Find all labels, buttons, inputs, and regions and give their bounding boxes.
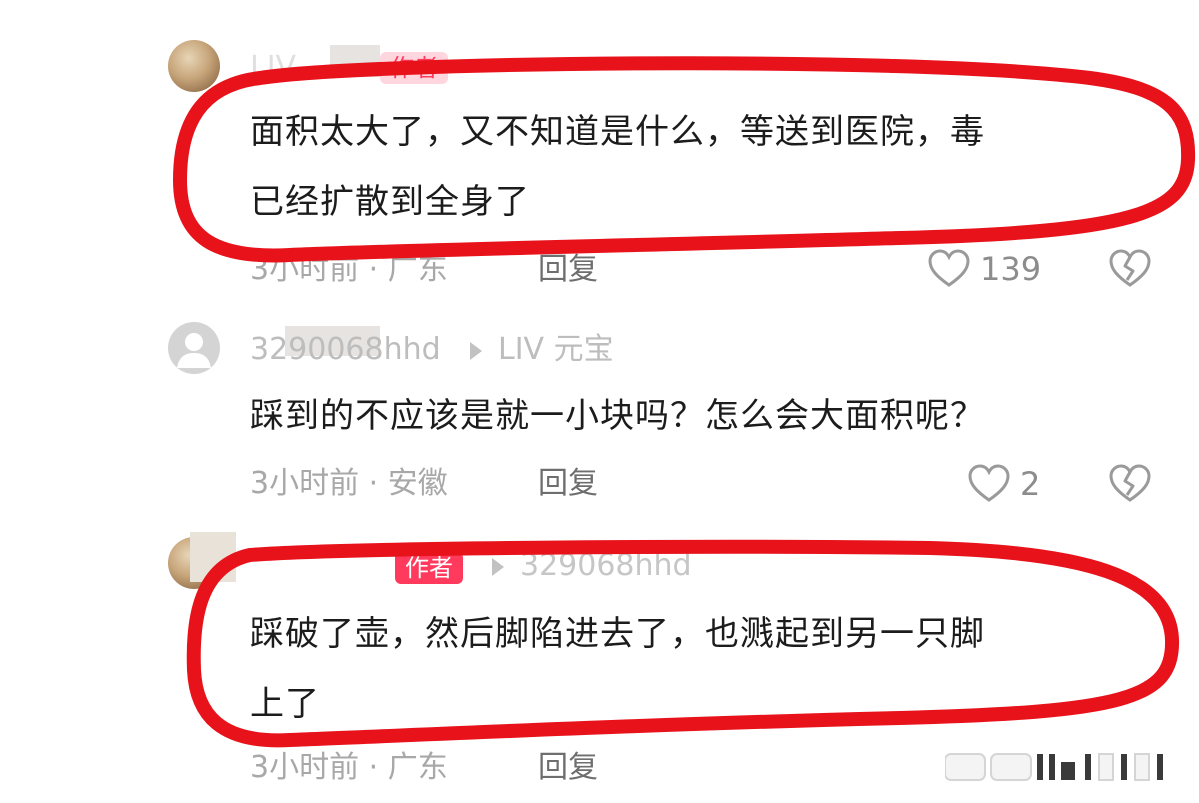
top-partial-row	[250, 0, 1150, 2]
comment-text: 面积太大了，又不知道是什么，等送到医院，毒 已经扩散到全身了	[250, 97, 1170, 237]
broken-heart-icon	[1109, 464, 1151, 502]
reply-button[interactable]: 回复	[538, 252, 598, 288]
reply-to-name[interactable]: 329068hhd	[520, 548, 692, 584]
like-count: 139	[980, 250, 1042, 288]
heart-icon	[928, 249, 970, 287]
comment-meta: 3小时前 · 广东	[250, 750, 448, 785]
heart-icon	[968, 464, 1010, 502]
comment-text: 踩破了壶，然后脚陷进去了，也溅起到另一只脚 上了	[250, 599, 1170, 739]
reply-button[interactable]: 回复	[538, 750, 598, 786]
comment-text-line: 上了	[250, 684, 320, 724]
broken-heart-icon	[1109, 249, 1151, 287]
comment-text-line: 踩到的不应该是就一小块吗？怎么会大面积呢？	[250, 396, 985, 436]
username[interactable]: LIV	[250, 50, 296, 86]
default-avatar-icon	[177, 333, 211, 368]
like-button[interactable]: 139	[928, 249, 1058, 289]
author-badge: 作者	[380, 52, 448, 84]
like-count: 2	[1020, 465, 1041, 503]
dislike-button[interactable]	[1108, 464, 1152, 504]
reply-to-name[interactable]: LIV 元宝	[498, 332, 614, 368]
comment-text: 踩到的不应该是就一小块吗？怎么会大面积呢？	[250, 381, 1170, 451]
reply-button[interactable]: 回复	[538, 466, 598, 502]
comment-text-line: 踩破了壶，然后脚陷进去了，也溅起到另一只脚	[250, 614, 985, 654]
username-redaction	[190, 532, 236, 582]
dislike-button[interactable]	[1108, 249, 1152, 289]
triangle-right-icon	[470, 342, 482, 360]
avatar[interactable]	[168, 40, 220, 92]
author-badge: 作者	[395, 552, 463, 584]
triangle-right-icon	[492, 558, 504, 576]
watermark	[944, 750, 1175, 784]
comment-meta: 3小时前 · 广东	[250, 252, 448, 287]
username-redaction	[330, 45, 380, 77]
comment-text-line: 面积太大了，又不知道是什么，等送到医院，毒	[250, 112, 985, 152]
username[interactable]: 3290068hhd	[250, 332, 441, 368]
comment-meta: 3小时前 · 安徽	[250, 466, 448, 501]
avatar[interactable]	[168, 322, 220, 374]
like-button[interactable]: 2	[968, 464, 1058, 504]
comment-text-line: 已经扩散到全身了	[250, 182, 530, 222]
